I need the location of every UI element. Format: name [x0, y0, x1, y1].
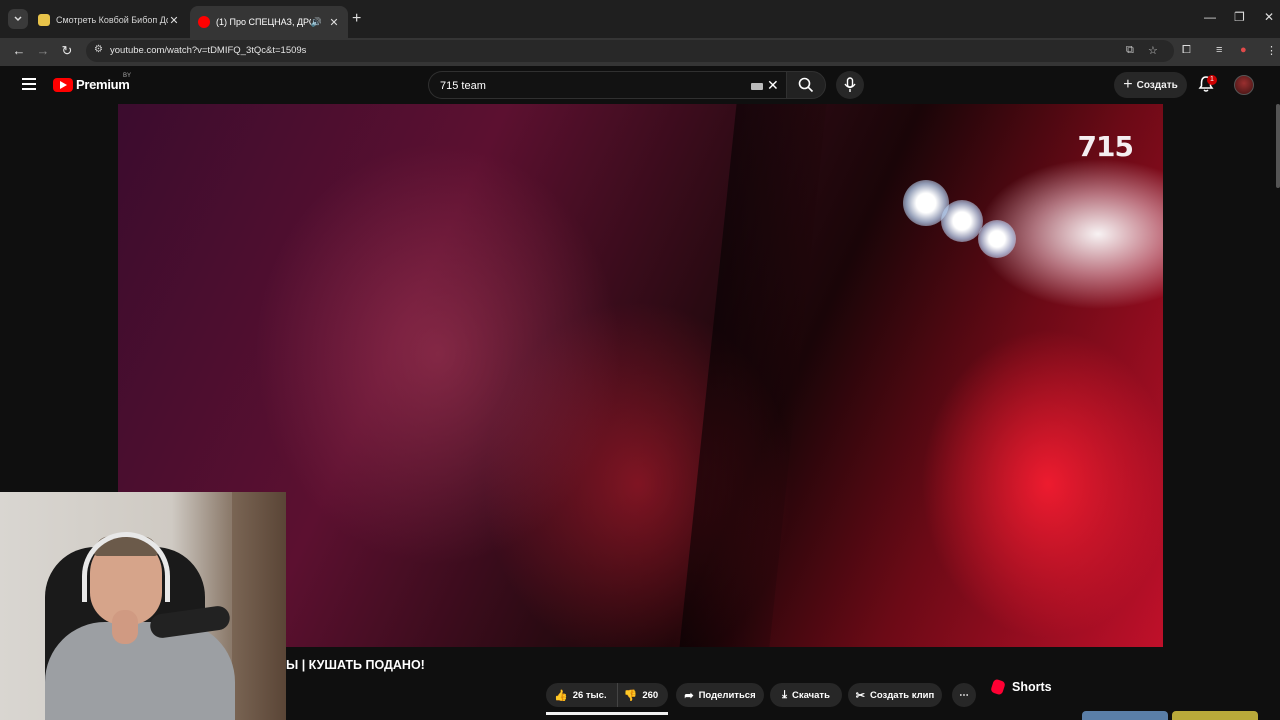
shorts-thumbnail[interactable]: [1172, 711, 1258, 720]
browser-tab-strip: Смотреть Ковбой Бибоп Дос ✕ (1) Про СПЕЦ…: [0, 0, 1280, 38]
video-light: [941, 200, 983, 242]
clip-label: Создать клип: [870, 689, 935, 701]
dislike-count: 260: [642, 689, 659, 701]
search-icon: [798, 77, 814, 93]
bookmark-star-icon[interactable]: ☆: [1148, 44, 1158, 57]
search-button[interactable]: [786, 71, 826, 99]
reload-icon[interactable]: ↻: [58, 43, 76, 59]
site-info-icon[interactable]: ⚙: [94, 44, 103, 55]
search-input[interactable]: 715 team: [440, 80, 486, 92]
streamer-webcam-overlay: [0, 492, 286, 720]
create-clip-button[interactable]: ✂ Создать клип: [848, 683, 942, 707]
speaker-icon[interactable]: 🔊: [311, 17, 322, 28]
dislike-button[interactable]: 👎 260: [618, 689, 665, 702]
shorts-icon: [990, 678, 1006, 696]
minimize-icon[interactable]: —: [1204, 10, 1216, 24]
notification-badge: 1: [1207, 75, 1217, 85]
search-box[interactable]: 715 team ✕: [428, 71, 786, 99]
create-button[interactable]: + Создать: [1114, 72, 1187, 98]
share-label: Поделиться: [698, 689, 756, 701]
youtube-header: Premium BY 715 team ✕ + Создать 1: [0, 66, 1280, 104]
create-label: Создать: [1136, 79, 1178, 91]
browser-toolbar: ← → ↻ ⚙ youtube.com/watch?v=tDMIFQ_3tQc&…: [0, 38, 1280, 66]
video-frame-shadow: [679, 104, 827, 647]
like-count: 26 тыс.: [572, 689, 607, 701]
youtube-favicon-icon: [198, 16, 210, 28]
install-app-icon[interactable]: ⧉: [1126, 44, 1134, 57]
download-label: Скачать: [791, 689, 830, 701]
tab-search-button[interactable]: [8, 9, 28, 29]
address-bar[interactable]: ⚙ youtube.com/watch?v=tDMIFQ_3tQc&t=1509…: [86, 40, 1174, 62]
clear-search-icon[interactable]: ✕: [767, 77, 779, 94]
shorts-thumbnail[interactable]: [1082, 711, 1168, 720]
webcam-person-body: [45, 622, 235, 720]
profile-icon[interactable]: ●: [1240, 44, 1247, 56]
account-avatar[interactable]: [1234, 75, 1254, 95]
youtube-premium-logo[interactable]: Premium BY: [53, 73, 131, 92]
like-button[interactable]: 👍 26 тыс.: [546, 683, 618, 707]
menu-dots-icon[interactable]: ⋮: [1266, 44, 1277, 57]
close-tab-icon[interactable]: ✕: [328, 16, 340, 29]
webcam-background: [232, 492, 286, 720]
microphone-icon: [844, 77, 856, 92]
youtube-play-icon: [53, 77, 73, 92]
video-title: Ы | КУШАТЬ ПОДАНО!: [286, 658, 425, 672]
browser-tab-2-active[interactable]: (1) Про СПЕЦНАЗ, ДРОНЫ 🔊 ✕: [190, 6, 348, 38]
shorts-label: Shorts: [1012, 680, 1052, 694]
back-icon[interactable]: ←: [10, 43, 28, 58]
extensions-icon[interactable]: ⧠: [1182, 44, 1191, 57]
more-dots-icon: ⋯: [959, 689, 969, 701]
close-tab-icon[interactable]: ✕: [168, 14, 180, 27]
logo-text: Premium: [76, 77, 130, 92]
share-button[interactable]: ➦ Поделиться: [676, 683, 764, 707]
webcam-person-hand: [112, 610, 138, 644]
video-light: [978, 220, 1016, 258]
tab-title: (1) Про СПЕЦНАЗ, ДРОНЫ: [216, 17, 311, 27]
forward-icon[interactable]: →: [34, 43, 52, 58]
media-controls-icon[interactable]: ≡: [1216, 44, 1222, 56]
page-scrollbar[interactable]: [1276, 104, 1280, 188]
voice-search-button[interactable]: [836, 71, 864, 99]
browser-tab-1[interactable]: Смотреть Ковбой Бибоп Дос ✕: [30, 8, 188, 32]
like-progress-underline: [546, 712, 668, 715]
like-dislike-group: 👍 26 тыс. 👎 260: [546, 683, 668, 707]
thumbs-down-icon: 👎: [623, 689, 638, 702]
logo-region: BY: [123, 73, 132, 79]
scissors-icon: ✂: [855, 689, 865, 702]
menu-hamburger-icon[interactable]: [22, 78, 36, 93]
chevron-down-icon: [14, 16, 22, 22]
restore-icon[interactable]: ❐: [1234, 10, 1245, 24]
channel-watermark: 715: [1077, 130, 1134, 163]
thumbs-up-icon: 👍: [554, 689, 568, 702]
download-icon: ⤓: [782, 688, 787, 701]
keyboard-icon[interactable]: [751, 83, 763, 90]
new-tab-button[interactable]: +: [352, 11, 361, 27]
download-button[interactable]: ⤓ Скачать: [770, 683, 842, 707]
webcam-headset: [82, 532, 170, 602]
share-arrow-icon: ➦: [684, 689, 694, 702]
shorts-section-header[interactable]: Shorts: [990, 678, 1052, 696]
tab-favicon: [38, 14, 50, 26]
tab-title: Смотреть Ковбой Бибоп Дос: [56, 15, 168, 25]
close-window-icon[interactable]: ✕: [1264, 10, 1274, 24]
plus-icon: +: [1123, 76, 1133, 93]
more-actions-button[interactable]: ⋯: [952, 683, 976, 707]
url-text[interactable]: youtube.com/watch?v=tDMIFQ_3tQc&t=1509s: [110, 45, 306, 56]
